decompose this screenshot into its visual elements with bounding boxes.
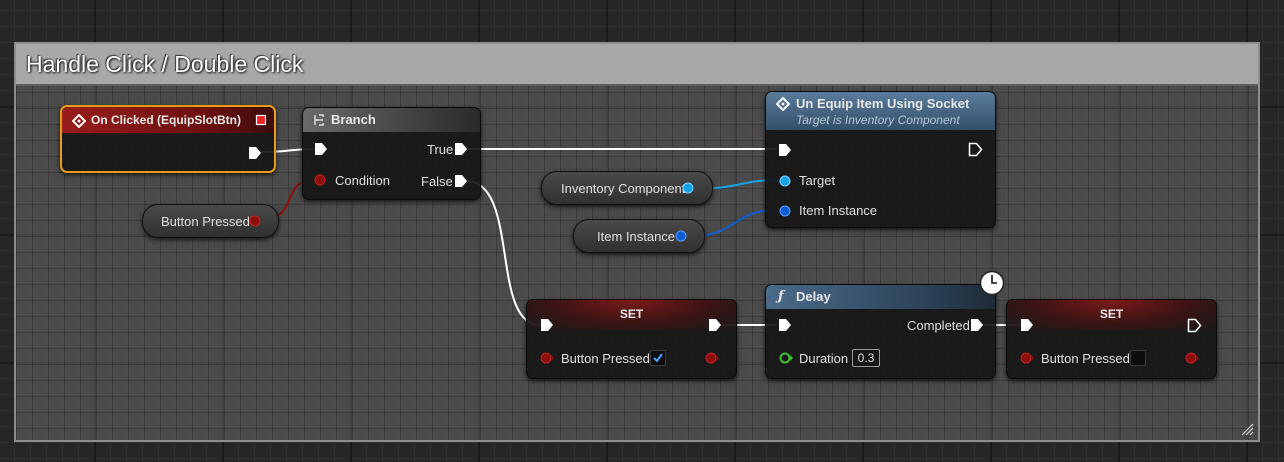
set-2-pin-label: Button Pressed (1041, 351, 1130, 366)
set-button-pressed-node-1[interactable]: SET Button Pressed (526, 299, 737, 379)
delay-node[interactable]: ƒ Delay Completed Duration 0.3 (765, 284, 996, 379)
set-1-title: SET (619, 307, 644, 321)
button-pressed-getter-label: Button Pressed (161, 214, 250, 229)
on-clicked-event-node[interactable]: On Clicked (EquipSlotBtn) (60, 105, 276, 173)
duration-value-input[interactable]: 0.3 (852, 349, 880, 367)
exec-out-pin[interactable] (1187, 318, 1202, 333)
exec-true-pin[interactable] (454, 142, 468, 156)
completed-label: Completed (907, 318, 970, 333)
bool-in-pin[interactable] (540, 352, 554, 364)
target-pin[interactable] (779, 175, 791, 187)
exec-completed-pin[interactable] (970, 318, 984, 332)
latent-clock-icon (979, 270, 1005, 296)
branch-icon (314, 114, 324, 126)
set-1-pin-label: Button Pressed (561, 351, 650, 366)
exec-out-pin[interactable] (248, 146, 262, 160)
target-label: Target (799, 173, 836, 188)
branch-node[interactable]: Branch Condition True False (302, 107, 481, 200)
unequip-item-node[interactable]: Un Equip Item Using Socket Target is Inv… (765, 91, 996, 228)
exec-in-pin[interactable] (314, 142, 328, 156)
exec-out-pin[interactable] (968, 142, 983, 157)
duration-label: Duration (799, 351, 849, 366)
delegate-pin-icon[interactable] (255, 114, 267, 126)
true-label: True (427, 142, 454, 157)
item-instance-pin[interactable] (779, 205, 791, 217)
exec-in-pin[interactable] (540, 318, 554, 332)
exec-in-pin[interactable] (778, 318, 792, 332)
set-button-pressed-node-2[interactable]: SET Button Pressed (1006, 299, 1217, 379)
bool-out-pin[interactable] (705, 352, 719, 364)
function-icon: ƒ (778, 289, 784, 304)
exec-in-pin[interactable] (1020, 318, 1034, 332)
function-call-icon (776, 97, 790, 111)
button-pressed-getter-node[interactable]: Button Pressed (142, 204, 279, 238)
event-diamond-icon (72, 114, 86, 128)
unequip-title: Un Equip Item Using Socket (796, 96, 970, 111)
inventory-component-label: Inventory Component (561, 181, 686, 196)
bool-out-pin[interactable] (249, 215, 261, 227)
exec-false-pin[interactable] (454, 174, 468, 188)
delay-title: Delay (796, 289, 831, 304)
condition-label: Condition (335, 173, 390, 188)
item-instance-label: Item Instance (799, 203, 878, 218)
struct-out-pin[interactable] (675, 230, 687, 242)
checkmark-icon (653, 353, 663, 363)
set-2-checkbox[interactable] (1130, 350, 1146, 366)
branch-title: Branch (331, 112, 376, 127)
item-instance-getter-label: Item Instance (597, 229, 676, 244)
condition-pin[interactable] (314, 174, 326, 186)
false-label: False (421, 174, 453, 189)
set-1-checkbox[interactable] (650, 350, 666, 366)
exec-out-pin[interactable] (708, 318, 722, 332)
bool-out-pin[interactable] (1185, 352, 1199, 364)
item-instance-getter-node[interactable]: Item Instance (573, 219, 705, 253)
exec-in-pin[interactable] (778, 143, 792, 157)
set-2-title: SET (1099, 307, 1124, 321)
unequip-subtitle: Target is Inventory Component (796, 113, 960, 127)
bool-in-pin[interactable] (1020, 352, 1034, 364)
inventory-component-getter-node[interactable]: Inventory Component (541, 171, 713, 205)
duration-pin[interactable] (779, 352, 793, 364)
on-clicked-title: On Clicked (EquipSlotBtn) (91, 113, 241, 127)
object-out-pin[interactable] (682, 182, 694, 194)
